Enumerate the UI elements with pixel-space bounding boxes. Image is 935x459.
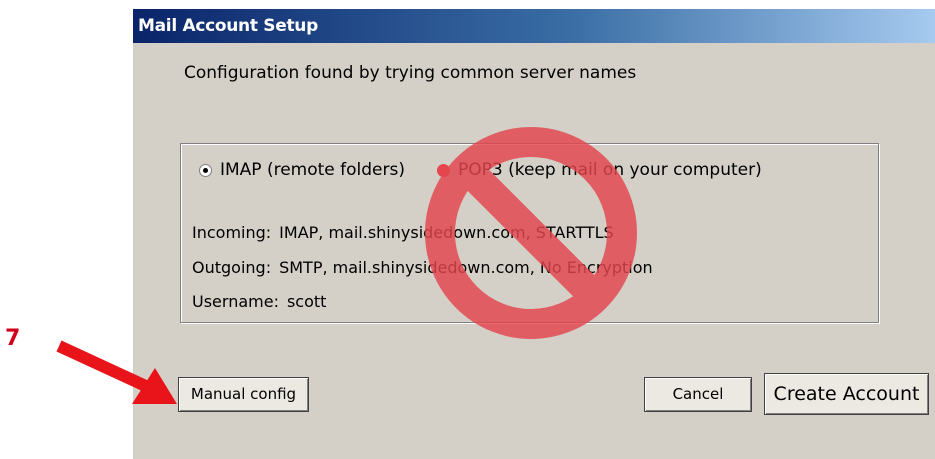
- username-value: scott: [286, 292, 327, 311]
- outgoing-value: SMTP, mail.shinysidedown.com, No Encrypt…: [279, 258, 653, 277]
- incoming-info: Incoming: IMAP, mail.shinysidedown.com, S…: [192, 223, 614, 242]
- pop3-radio-icon[interactable]: [437, 163, 450, 177]
- pop3-radio-label: POP3 (keep mail on your computer): [458, 160, 762, 180]
- username-info: Username: scott: [192, 292, 326, 311]
- mail-account-setup-dialog: Mail Account Setup Configuration found b…: [133, 9, 935, 459]
- dialog-title: Mail Account Setup: [138, 16, 318, 36]
- incoming-value: IMAP, mail.shinysidedown.com, STARTTLS: [279, 223, 614, 242]
- config-found-message: Configuration found by trying common ser…: [184, 63, 637, 83]
- pop3-radio-option[interactable]: POP3 (keep mail on your computer): [437, 160, 762, 180]
- imap-radio-icon[interactable]: [199, 163, 212, 177]
- cancel-button[interactable]: Cancel: [644, 377, 752, 412]
- create-account-button[interactable]: Create Account: [764, 373, 929, 415]
- step-number: 7: [5, 326, 21, 351]
- title-bar: Mail Account Setup: [133, 9, 935, 43]
- manual-config-button[interactable]: Manual config: [178, 377, 309, 412]
- outgoing-label: Outgoing:: [192, 258, 272, 277]
- imap-radio-option[interactable]: IMAP (remote folders): [199, 160, 405, 180]
- outgoing-info: Outgoing: SMTP, mail.shinysidedown.com, N…: [192, 258, 653, 277]
- arrow-icon: [56, 340, 177, 404]
- username-label: Username:: [192, 292, 279, 311]
- incoming-label: Incoming:: [192, 223, 272, 242]
- imap-radio-label: IMAP (remote folders): [220, 160, 405, 180]
